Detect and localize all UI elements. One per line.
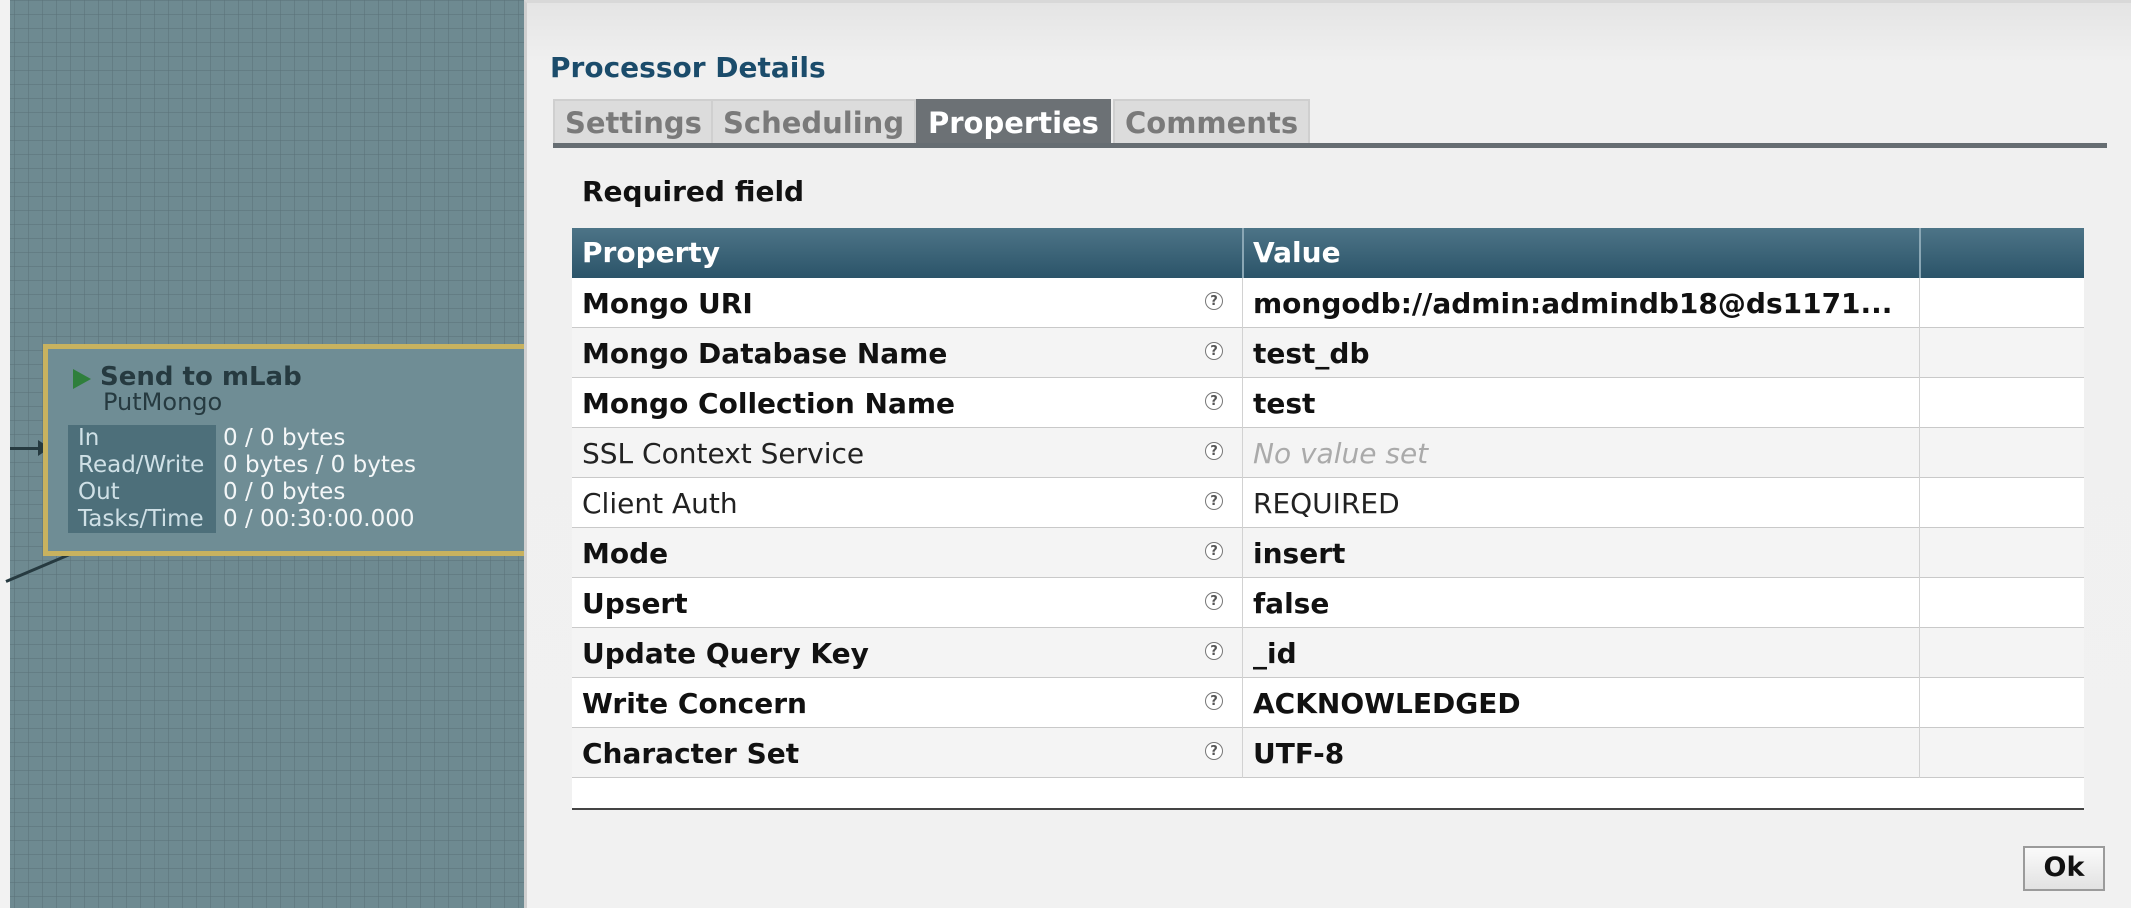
property-name: Mode bbox=[582, 537, 669, 570]
property-name: Mongo Database Name bbox=[582, 337, 948, 370]
tab-settings[interactable]: Settings bbox=[553, 99, 714, 143]
table-row[interactable]: Mongo Database Name ? test_db bbox=[572, 328, 2084, 378]
question-circle-icon[interactable]: ? bbox=[1205, 592, 1223, 610]
table-row[interactable]: Mongo URI ? mongodb://admin:admindb18@ds… bbox=[572, 278, 2084, 328]
stat-label: Read/Write bbox=[68, 452, 216, 479]
column-divider bbox=[1919, 628, 1920, 678]
column-divider bbox=[1919, 378, 1920, 428]
column-divider bbox=[1242, 678, 1243, 728]
tab-underline bbox=[553, 143, 2107, 148]
question-circle-icon[interactable]: ? bbox=[1205, 642, 1223, 660]
column-divider bbox=[1242, 478, 1243, 528]
column-divider bbox=[1242, 628, 1243, 678]
property-value[interactable]: test_db bbox=[1253, 328, 1913, 380]
stat-value: 0 / 00:30:00.000 bbox=[223, 506, 415, 532]
tab-scheduling[interactable]: Scheduling bbox=[711, 99, 917, 143]
question-circle-icon[interactable]: ? bbox=[1205, 342, 1223, 360]
column-divider bbox=[1242, 328, 1243, 378]
required-field-note: Required field bbox=[582, 175, 805, 208]
column-divider bbox=[1919, 278, 1920, 328]
table-footer bbox=[572, 778, 2084, 810]
processor-name: Send to mLab bbox=[100, 362, 302, 392]
stat-label: Tasks/Time bbox=[68, 506, 216, 533]
stat-row-out: Out 0 / 0 bytes bbox=[68, 479, 528, 506]
column-divider bbox=[1919, 478, 1920, 528]
table-row[interactable]: Character Set ? UTF-8 bbox=[572, 728, 2084, 778]
ok-button[interactable]: Ok bbox=[2023, 846, 2105, 891]
property-value[interactable]: test bbox=[1253, 378, 1913, 430]
column-divider bbox=[1242, 578, 1243, 628]
column-divider bbox=[1919, 528, 1920, 578]
processor-type: PutMongo bbox=[103, 388, 223, 416]
property-value[interactable]: ACKNOWLEDGED bbox=[1253, 678, 1913, 730]
column-divider bbox=[1919, 678, 1920, 728]
property-value[interactable]: No value set bbox=[1253, 428, 1913, 480]
column-divider bbox=[1919, 228, 1921, 278]
property-value[interactable]: false bbox=[1253, 578, 1913, 630]
property-name: Mongo URI bbox=[582, 287, 753, 320]
canvas-edge bbox=[0, 0, 10, 908]
property-value[interactable]: mongodb://admin:admindb18@ds1171... bbox=[1253, 278, 1913, 330]
table-row[interactable]: Mode ? insert bbox=[572, 528, 2084, 578]
tab-comments[interactable]: Comments bbox=[1113, 99, 1311, 143]
dialog-title: Processor Details bbox=[550, 51, 826, 84]
question-circle-icon[interactable]: ? bbox=[1205, 742, 1223, 760]
play-triangle-icon bbox=[73, 369, 91, 389]
processor-details-dialog: Processor Details Settings Scheduling Pr… bbox=[524, 0, 2131, 908]
stat-value: 0 / 0 bytes bbox=[223, 425, 346, 451]
stat-row-in: In 0 / 0 bytes bbox=[68, 425, 528, 452]
property-value[interactable]: UTF-8 bbox=[1253, 728, 1913, 780]
question-circle-icon[interactable]: ? bbox=[1205, 692, 1223, 710]
table-header: Property Value bbox=[572, 228, 2084, 278]
table-row[interactable]: Write Concern ? ACKNOWLEDGED bbox=[572, 678, 2084, 728]
question-circle-icon[interactable]: ? bbox=[1205, 392, 1223, 410]
property-name: SSL Context Service bbox=[582, 437, 865, 470]
property-name: Mongo Collection Name bbox=[582, 387, 956, 420]
stat-value: 0 / 0 bytes bbox=[223, 479, 346, 505]
table-row[interactable]: SSL Context Service ? No value set bbox=[572, 428, 2084, 478]
tab-properties[interactable]: Properties bbox=[916, 99, 1111, 143]
column-divider bbox=[1242, 228, 1244, 278]
question-circle-icon[interactable]: ? bbox=[1205, 442, 1223, 460]
processor-stats: In 0 / 0 bytes Read/Write 0 bytes / 0 by… bbox=[68, 425, 528, 537]
column-divider bbox=[1919, 428, 1920, 478]
property-name: Client Auth bbox=[582, 487, 738, 520]
stat-row-read-write: Read/Write 0 bytes / 0 bytes bbox=[68, 452, 528, 479]
property-value[interactable]: REQUIRED bbox=[1253, 478, 1913, 530]
property-name: Upsert bbox=[582, 587, 688, 620]
stat-value: 0 bytes / 0 bytes bbox=[223, 452, 416, 478]
column-divider bbox=[1919, 728, 1920, 778]
column-header-property[interactable]: Property bbox=[582, 228, 720, 278]
stat-row-tasks-time: Tasks/Time 0 / 00:30:00.000 bbox=[68, 506, 528, 533]
column-divider bbox=[1242, 278, 1243, 328]
question-circle-icon[interactable]: ? bbox=[1205, 292, 1223, 310]
stat-label: In bbox=[68, 425, 216, 452]
column-divider bbox=[1919, 328, 1920, 378]
column-divider bbox=[1242, 378, 1243, 428]
properties-table: Property Value Mongo URI ? mongodb://adm… bbox=[572, 228, 2084, 810]
property-name: Write Concern bbox=[582, 687, 807, 720]
column-divider bbox=[1242, 528, 1243, 578]
question-circle-icon[interactable]: ? bbox=[1205, 542, 1223, 560]
table-row[interactable]: Upsert ? false bbox=[572, 578, 2084, 628]
stat-label: Out bbox=[68, 479, 216, 506]
table-row[interactable]: Mongo Collection Name ? test bbox=[572, 378, 2084, 428]
column-header-value[interactable]: Value bbox=[1253, 228, 1341, 278]
property-name: Character Set bbox=[582, 737, 800, 770]
column-divider bbox=[1242, 428, 1243, 478]
processor-node[interactable]: Send to mLab PutMongo In 0 / 0 bytes Rea… bbox=[43, 344, 543, 556]
table-row[interactable]: Update Query Key ? _id bbox=[572, 628, 2084, 678]
property-name: Update Query Key bbox=[582, 637, 869, 670]
property-value[interactable]: _id bbox=[1253, 628, 1913, 680]
property-value[interactable]: insert bbox=[1253, 528, 1913, 580]
column-divider bbox=[1242, 728, 1243, 778]
table-row[interactable]: Client Auth ? REQUIRED bbox=[572, 478, 2084, 528]
column-divider bbox=[1919, 578, 1920, 628]
question-circle-icon[interactable]: ? bbox=[1205, 492, 1223, 510]
